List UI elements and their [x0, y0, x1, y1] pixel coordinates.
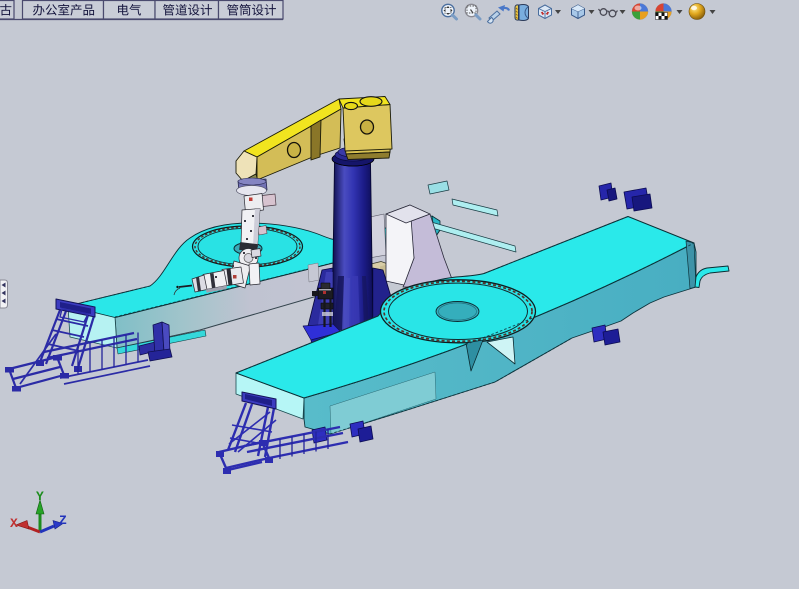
- svg-text:Z: Z: [59, 513, 67, 528]
- svg-text:Y: Y: [36, 489, 44, 504]
- svg-text:X: X: [10, 516, 18, 531]
